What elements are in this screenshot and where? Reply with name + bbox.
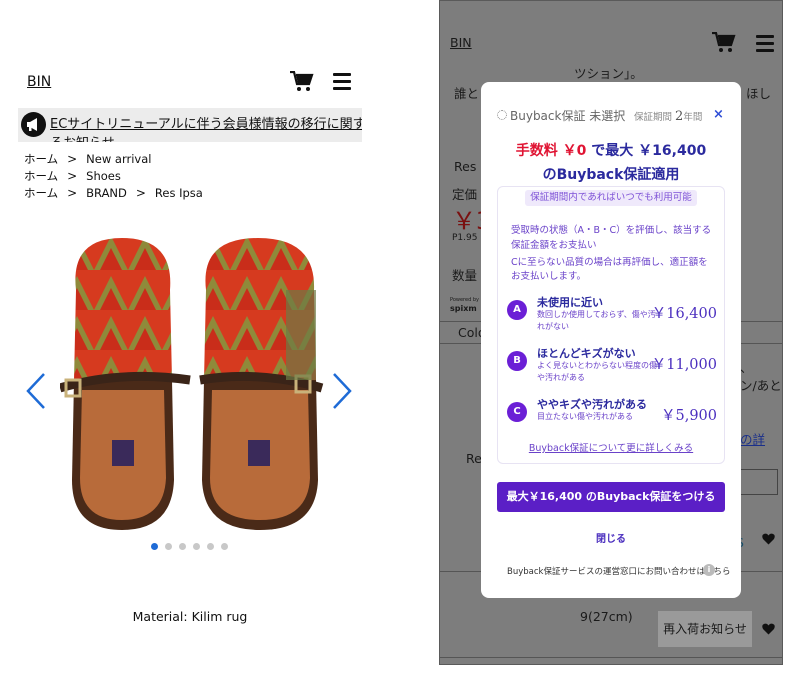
guarantee-description: 保証金額をお支払い	[511, 240, 597, 251]
product-page-left: BIN ECサイトリニューアルに伴う会員様情報の移行に関す るお知らせ ホーム >…	[0, 0, 380, 683]
breadcrumb: ホーム > Shoes	[24, 168, 121, 184]
bg-select-box[interactable]	[740, 469, 778, 495]
carousel-dot[interactable]	[151, 543, 158, 550]
carousel-next-arrow-icon[interactable]	[330, 372, 354, 410]
add-buyback-guarantee-button[interactable]: 最大￥16,400 のBuyback保証をつける	[497, 482, 725, 512]
grade-row-c: C ややキズや汚れがある 目立たない傷や汚れがある ￥5,900	[507, 396, 717, 430]
buyback-guarantee-modal: Buyback保証 未選択 保証期間 2年間 × 手数料 ￥0 で最大 ￥16,…	[481, 82, 741, 598]
chevron-right-icon: >	[67, 152, 78, 166]
grade-price: ￥16,400	[651, 306, 717, 322]
learn-more-link[interactable]: Buyback保証について更に詳しくみる	[481, 440, 741, 454]
grade-row-a: A 未使用に近い 数回しか使用しておらず、傷や汚れがない ￥16,400	[507, 294, 717, 331]
fee-headline: 手数料 ￥0 で最大 ￥16,400	[515, 143, 707, 159]
close-button[interactable]: 閉じる	[481, 530, 741, 545]
restock-notify-button[interactable]: 再入荷お知らせ	[658, 611, 752, 647]
breadcrumb-home[interactable]: ホーム	[24, 169, 58, 183]
anytime-badge: 保証期間内であればいつでも利用可能	[525, 190, 697, 206]
grade-price: ￥11,000	[651, 357, 717, 373]
guarantee-description: お支払いします。	[511, 271, 587, 282]
modal-header: Buyback保証 未選択 保証期間 2年間 ×	[481, 82, 741, 138]
notice-text-continued[interactable]: るお知らせ	[50, 132, 115, 142]
grade-badge: C	[507, 402, 527, 422]
grade-badge: B	[507, 351, 527, 371]
bg-text: 誰と	[454, 86, 480, 101]
brand-logo[interactable]: BIN	[27, 74, 51, 90]
bg-text: ほし	[746, 86, 772, 101]
guarantee-period: 保証期間 2年間	[634, 109, 703, 124]
brand-logo[interactable]: BIN	[450, 35, 472, 50]
carousel-pagination	[151, 543, 241, 551]
info-icon[interactable]: i	[703, 564, 715, 576]
breadcrumb-home[interactable]: ホーム	[24, 152, 58, 166]
breadcrumb: ホーム > New arrival	[24, 151, 151, 167]
grade-subtitle: 数回しか使用しておらず、傷や汚れがない	[537, 310, 656, 331]
grade-price: ￥5,900	[660, 408, 717, 424]
bg-text: 、	[740, 360, 753, 375]
chevron-right-icon: >	[67, 186, 78, 200]
breadcrumb-new-arrival[interactable]: New arrival	[86, 152, 151, 166]
grade-subtitle: よく見ないとわからない程度の傷や汚れがある	[537, 361, 657, 382]
breadcrumb-brand[interactable]: BRAND	[86, 186, 127, 200]
bg-size-label: 9(27cm)	[580, 609, 633, 624]
grade-title: 未使用に近い	[537, 296, 603, 309]
notice-banner[interactable]: ECサイトリニューアルに伴う会員様情報の移行に関す るお知らせ	[18, 108, 362, 142]
contact-link[interactable]: Buyback保証サービスの運営窓口にお問い合わせはこちら	[507, 565, 730, 577]
breadcrumb-home[interactable]: ホーム	[24, 186, 58, 200]
bg-text: Re	[466, 451, 482, 466]
carousel-dot[interactable]	[207, 543, 214, 550]
grade-subtitle: 目立たない傷や汚れがある	[537, 412, 633, 421]
cart-icon[interactable]	[712, 31, 736, 54]
bg-powered-by: Powered by	[450, 297, 479, 303]
heart-icon[interactable]	[762, 623, 775, 638]
megaphone-icon	[21, 112, 46, 137]
grade-badge: A	[507, 300, 527, 320]
bg-text: ツション」。	[574, 66, 643, 81]
modal-title: Buyback保証 未選択	[510, 109, 626, 123]
notice-text[interactable]: ECサイトリニューアルに伴う会員様情報の移行に関す	[50, 113, 362, 132]
product-image	[58, 230, 330, 540]
breadcrumb-shoes[interactable]: Shoes	[86, 169, 121, 183]
bg-spixm-logo: spixm	[450, 304, 477, 313]
guarantee-description: 受取時の状態（A・B・C）を評価し、該当する	[511, 225, 712, 236]
carousel-dot[interactable]	[193, 543, 200, 550]
bg-link[interactable]: の詳	[740, 429, 765, 448]
carousel-prev-arrow-icon[interactable]	[24, 372, 48, 410]
grade-title: ややキズや汚れがある	[537, 398, 647, 411]
hamburger-menu-icon[interactable]	[333, 73, 351, 90]
breadcrumb: ホーム > BRAND > Res Ipsa	[24, 185, 203, 201]
guarantee-description: Cに至らない品質の場合は再評価し、適正額を	[511, 257, 708, 268]
hamburger-menu-icon[interactable]	[756, 35, 774, 52]
close-icon[interactable]: ×	[713, 107, 724, 122]
grade-title: ほとんどキズがない	[537, 347, 636, 360]
bg-points: P1.95	[452, 233, 478, 243]
chevron-right-icon: >	[135, 186, 146, 200]
bg-quantity-label: 数量	[452, 268, 478, 283]
bg-text: ン/あと	[740, 378, 782, 393]
guarantee-headline: のBuyback保証適用	[542, 167, 680, 183]
chevron-right-icon: >	[67, 169, 78, 183]
breadcrumb-res-ipsa[interactable]: Res Ipsa	[155, 186, 203, 200]
loading-spinner-icon	[497, 110, 507, 120]
heart-icon[interactable]	[762, 533, 775, 548]
grade-row-b: B ほとんどキズがない よく見ないとわからない程度の傷や汚れがある ￥11,00…	[507, 345, 717, 382]
product-material: Material: Kilim rug	[132, 609, 248, 624]
cart-icon[interactable]	[290, 70, 314, 93]
carousel-dot[interactable]	[221, 543, 228, 550]
carousel-dot[interactable]	[179, 543, 186, 550]
carousel-dot[interactable]	[165, 543, 172, 550]
